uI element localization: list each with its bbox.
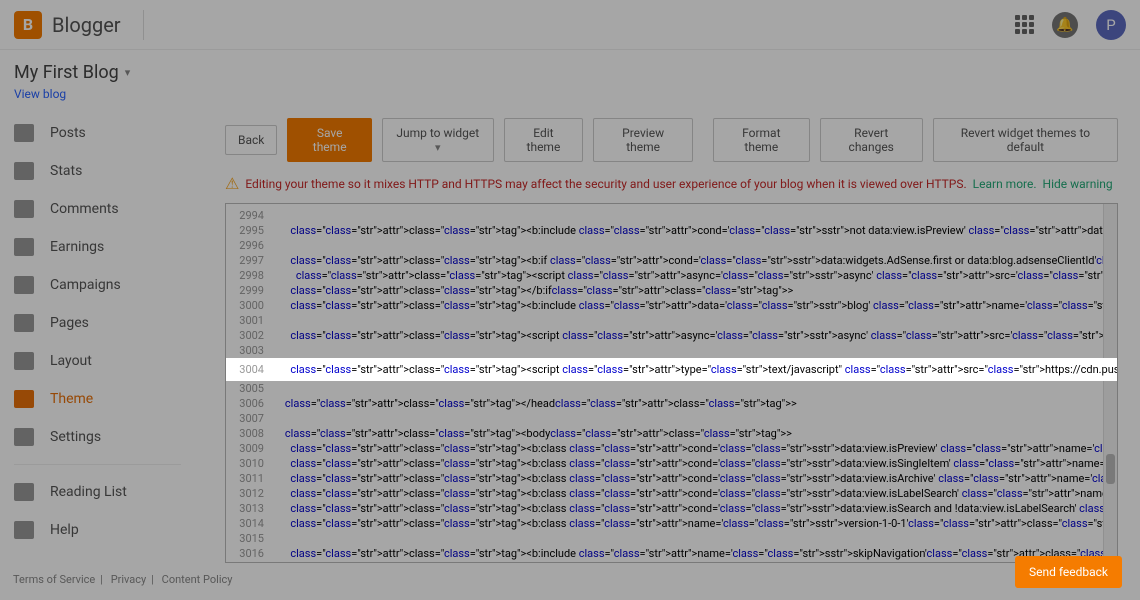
revert-widget-button[interactable]: Revert widget themes to default — [933, 118, 1118, 162]
sidebar-item-label: Help — [50, 522, 79, 538]
https-warning: ⚠ Editing your theme so it mixes HTTP an… — [225, 174, 1118, 193]
caret-down-icon: ▾ — [435, 141, 441, 154]
warning-icon: ⚠ — [225, 174, 239, 193]
brand-name: Blogger — [52, 13, 121, 37]
campaigns-icon — [14, 276, 34, 294]
stats-icon — [14, 162, 34, 180]
caret-down-icon: ▾ — [125, 66, 131, 79]
layout-icon — [14, 352, 34, 370]
code-line[interactable]: 3006 class="class="str">attr">class="cla… — [226, 396, 1117, 411]
jump-to-widget-dropdown[interactable]: Jump to widget ▾ — [382, 118, 494, 162]
send-feedback-button[interactable]: Send feedback — [1015, 556, 1122, 588]
code-line[interactable]: 2999 class="class="str">attr">class="cla… — [226, 283, 1117, 298]
code-line[interactable]: 3007 — [226, 411, 1117, 426]
blogger-logo-icon: B — [14, 11, 42, 39]
code-line[interactable]: 3002 class="class="str">attr">class="cla… — [226, 328, 1117, 343]
sidebar-item-label: Settings — [50, 429, 101, 445]
sidebar-item-settings[interactable]: Settings — [0, 418, 195, 456]
privacy-link[interactable]: Privacy — [111, 573, 147, 586]
earnings-icon — [14, 238, 34, 256]
avatar[interactable]: P — [1096, 10, 1126, 40]
code-line[interactable]: 2995 class="class="str">attr">class="cla… — [226, 223, 1117, 238]
code-editor[interactable]: 29942995 class="class="str">attr">class=… — [225, 203, 1118, 563]
sidebar-item-reading-list[interactable]: Reading List — [0, 473, 195, 511]
format-theme-button[interactable]: Format theme — [713, 118, 810, 162]
code-line[interactable]: 2994 — [226, 208, 1117, 223]
learn-more-link[interactable]: Learn more. — [973, 177, 1037, 191]
code-line[interactable]: 3009 class="class="str">attr">class="cla… — [226, 441, 1117, 456]
code-line[interactable]: 3015 — [226, 531, 1117, 546]
sidebar-item-comments[interactable]: Comments — [0, 190, 195, 228]
divider — [14, 464, 181, 465]
code-line[interactable]: 3010 class="class="str">attr">class="cla… — [226, 456, 1117, 471]
back-button[interactable]: Back — [225, 125, 277, 155]
sidebar-item-stats[interactable]: Stats — [0, 152, 195, 190]
hide-warning-link[interactable]: Hide warning — [1043, 177, 1113, 191]
code-line[interactable]: 3008 class="class="str">attr">class="cla… — [226, 426, 1117, 441]
sidebar: Posts Stats Comments Earnings Campaigns … — [0, 108, 195, 549]
sidebar-item-theme[interactable]: Theme — [0, 380, 195, 418]
app-header: B Blogger 🔔 P — [0, 0, 1140, 50]
code-line[interactable]: 3013 class="class="str">attr">class="cla… — [226, 501, 1117, 516]
sidebar-item-label: Posts — [50, 125, 86, 141]
comments-icon — [14, 200, 34, 218]
blog-name-label: My First Blog — [14, 62, 119, 83]
main-content: Back Save theme Jump to widget ▾ Edit th… — [195, 108, 1140, 563]
sidebar-item-layout[interactable]: Layout — [0, 342, 195, 380]
code-line[interactable]: 3000 class="class="str">attr">class="cla… — [226, 298, 1117, 313]
scrollbar-thumb[interactable] — [1106, 454, 1115, 484]
content-policy-link[interactable]: Content Policy — [162, 573, 233, 586]
code-line[interactable]: 2998 class="class="str">attr">class="cla… — [226, 268, 1117, 283]
terms-link[interactable]: Terms of Service — [13, 573, 95, 586]
code-line[interactable]: 3011 class="class="str">attr">class="cla… — [226, 471, 1117, 486]
code-line[interactable]: 3001 — [226, 313, 1117, 328]
sidebar-item-label: Campaigns — [50, 277, 121, 293]
revert-changes-button[interactable]: Revert changes — [820, 118, 923, 162]
sidebar-item-label: Theme — [50, 391, 93, 407]
code-line[interactable]: 3003 — [226, 343, 1117, 358]
sidebar-item-label: Pages — [50, 315, 89, 331]
sidebar-item-earnings[interactable]: Earnings — [0, 228, 195, 266]
divider — [143, 10, 144, 40]
code-line[interactable]: 3004 class="class="str">attr">class="cla… — [226, 358, 1117, 381]
sidebar-item-campaigns[interactable]: Campaigns — [0, 266, 195, 304]
code-line[interactable]: 3012 class="class="str">attr">class="cla… — [226, 486, 1117, 501]
theme-icon — [14, 390, 34, 408]
help-icon — [14, 521, 34, 539]
pages-icon — [14, 314, 34, 332]
code-line[interactable]: 3014 class="class="str">attr">class="cla… — [226, 516, 1117, 531]
edit-theme-button[interactable]: Edit theme — [504, 118, 584, 162]
sidebar-item-label: Comments — [50, 201, 119, 217]
reading-list-icon — [14, 483, 34, 501]
sidebar-item-label: Layout — [50, 353, 92, 369]
editor-toolbar: Back Save theme Jump to widget ▾ Edit th… — [225, 118, 1118, 162]
scrollbar[interactable] — [1103, 204, 1117, 562]
sidebar-item-label: Earnings — [50, 239, 104, 255]
code-line[interactable]: 2996 — [226, 238, 1117, 253]
view-blog-link[interactable]: View blog — [14, 87, 66, 101]
footer-links: Terms of Service| Privacy| Content Polic… — [8, 573, 237, 586]
posts-icon — [14, 124, 34, 142]
sidebar-item-pages[interactable]: Pages — [0, 304, 195, 342]
blog-name-dropdown[interactable]: My First Blog ▾ — [14, 62, 1126, 83]
preview-theme-button[interactable]: Preview theme — [593, 118, 693, 162]
sidebar-item-label: Reading List — [50, 484, 127, 500]
button-label: Jump to widget — [396, 126, 479, 140]
warning-text: Editing your theme so it mixes HTTP and … — [245, 177, 966, 191]
code-line[interactable]: 3016 class="class="str">attr">class="cla… — [226, 546, 1117, 561]
notifications-icon[interactable]: 🔔 — [1052, 12, 1078, 38]
apps-grid-icon[interactable] — [1015, 15, 1034, 34]
sidebar-item-label: Stats — [50, 163, 82, 179]
code-line[interactable]: 2997 class="class="str">attr">class="cla… — [226, 253, 1117, 268]
settings-icon — [14, 428, 34, 446]
save-theme-button[interactable]: Save theme — [287, 118, 372, 162]
sidebar-item-posts[interactable]: Posts — [0, 114, 195, 152]
sidebar-item-help[interactable]: Help — [0, 511, 195, 549]
code-line[interactable]: 3005 — [226, 381, 1117, 396]
code-line[interactable]: 3017 — [226, 561, 1117, 563]
blog-selector-bar: My First Blog ▾ View blog — [0, 50, 1140, 108]
